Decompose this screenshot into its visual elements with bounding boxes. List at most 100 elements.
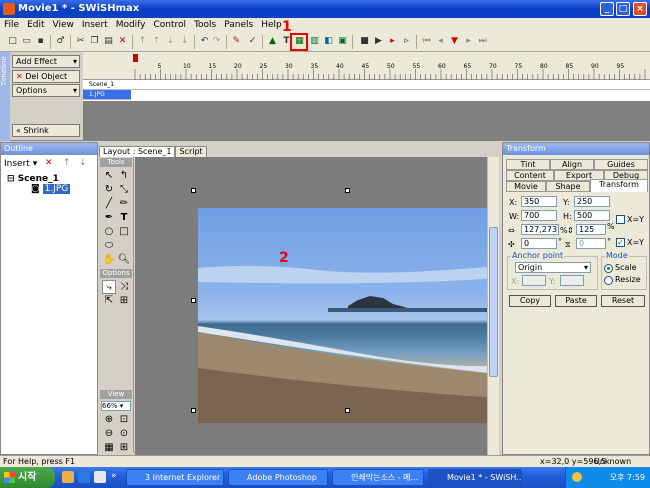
snap-grid-icon[interactable]: ⊞ — [117, 441, 131, 455]
stage-canvas[interactable] — [135, 157, 499, 455]
playhead-marker[interactable] — [133, 54, 138, 62]
outline-insert-button[interactable]: Insert ▾ — [4, 159, 37, 169]
zoom-tool-icon[interactable]: 🔍︎ — [117, 253, 131, 267]
tray-icon[interactable] — [572, 472, 582, 482]
scrollbar-thumb[interactable] — [489, 227, 498, 377]
options-button[interactable]: Options ▾ — [12, 84, 80, 97]
close-button[interactable]: × — [633, 2, 647, 16]
new-icon[interactable]: □ — [6, 35, 19, 48]
play-frame-icon[interactable]: ▹ — [400, 35, 413, 48]
play-effect-icon[interactable]: ▸ — [386, 35, 399, 48]
scale-y-field[interactable]: 125 — [576, 224, 606, 235]
del-object-button[interactable]: ✕ Del Object — [12, 70, 80, 83]
tab-guides[interactable]: Guides — [594, 159, 648, 170]
quicklaunch-mail-icon[interactable] — [94, 471, 106, 483]
tab-movie[interactable]: Movie — [506, 181, 546, 192]
insert-button-icon[interactable]: ◧ — [322, 35, 335, 48]
menu-tools[interactable]: Tools — [190, 20, 220, 30]
cut-icon[interactable]: ✂ — [74, 35, 87, 48]
option-taper-icon[interactable]: ⊞ — [117, 294, 131, 308]
task-notepad[interactable]: 인쇄막는소스 - 메... — [332, 469, 424, 486]
send-back-icon[interactable]: ↓ — [178, 35, 191, 48]
stop-icon[interactable]: ■ — [358, 35, 371, 48]
beach-photo[interactable] — [198, 208, 497, 423]
tab-shape[interactable]: Shape — [546, 181, 590, 192]
paste-icon[interactable]: ▤ — [102, 35, 115, 48]
task-internet-explorer[interactable]: 3 Internet Explorer — [126, 469, 224, 486]
outline-scene-item[interactable]: ⊟ Scene_1 — [7, 174, 59, 184]
text-tool-icon[interactable]: T — [117, 211, 131, 225]
track-scene[interactable]: Scene_1 — [83, 80, 650, 90]
open-icon[interactable]: ▭ — [20, 35, 33, 48]
rotate-tool-icon[interactable]: ↻ — [102, 183, 116, 197]
option-skew-icon[interactable]: ⇱ — [102, 294, 116, 308]
tab-script[interactable]: Script — [175, 146, 207, 157]
quicklaunch-folder-icon[interactable] — [62, 471, 74, 483]
line-tool-icon[interactable]: ╱ — [102, 197, 116, 211]
paste-button[interactable]: Paste — [555, 295, 597, 307]
resize-handle-tl[interactable] — [191, 188, 196, 193]
scale-tool-icon[interactable]: ⤡ — [117, 183, 131, 197]
insert-sprite-icon[interactable]: ▣ — [336, 35, 349, 48]
move-up-icon[interactable]: ↑ — [63, 158, 71, 168]
send-backward-icon[interactable]: ⇣ — [164, 35, 177, 48]
scale-x-field[interactable]: 127,273 — [521, 224, 559, 235]
hand-tool-icon[interactable]: ✋ — [102, 253, 116, 267]
tab-tint[interactable]: Tint — [506, 159, 550, 170]
task-swishmax[interactable]: Movie1 * - SWiSH... — [428, 469, 522, 486]
redo-icon[interactable]: ↷ — [210, 35, 223, 48]
option-distort-icon[interactable]: ⤨ — [117, 280, 131, 294]
tab-layout[interactable]: Layout : Scene_1 — [99, 146, 176, 157]
resize-handle-bl[interactable] — [191, 408, 196, 413]
width-field[interactable]: 700 — [521, 210, 557, 221]
rectangle-tool-icon[interactable]: □ — [117, 225, 131, 239]
shrink-button[interactable]: « Shrink — [12, 124, 80, 137]
tab-align[interactable]: Align — [550, 159, 594, 170]
first-frame-icon[interactable]: ⏮ — [420, 35, 433, 48]
pencil-tool-icon[interactable]: ✏ — [117, 197, 131, 211]
x-field[interactable]: 350 — [521, 196, 557, 207]
anchor-y-field[interactable] — [560, 275, 584, 286]
xeqy-checkbox-bottom[interactable]: ✓ — [616, 238, 625, 247]
zoom-in-icon[interactable]: ⊕ — [102, 413, 116, 427]
last-frame-icon[interactable]: ⏭ — [476, 35, 489, 48]
anchor-x-field[interactable] — [522, 275, 546, 286]
delete-icon[interactable]: ✕ — [116, 35, 129, 48]
zoom-100-icon[interactable]: ⊙ — [117, 427, 131, 441]
zoom-select[interactable]: 66% ▾ — [101, 401, 131, 411]
menu-panels[interactable]: Panels — [220, 20, 257, 30]
import-icon[interactable]: ▲ — [266, 35, 279, 48]
bring-forward-icon[interactable]: ⇡ — [150, 35, 163, 48]
option-snap-icon[interactable]: ⤷ — [102, 280, 116, 294]
menu-file[interactable]: File — [0, 20, 23, 30]
zoom-out-icon[interactable]: ⊖ — [102, 427, 116, 441]
next-frame-icon[interactable]: ▸ — [462, 35, 475, 48]
menu-insert[interactable]: Insert — [78, 20, 112, 30]
prev-frame-icon[interactable]: ◂ — [434, 35, 447, 48]
resize-handle-ml[interactable] — [191, 298, 196, 303]
mode-resize-radio[interactable] — [604, 276, 613, 285]
copy-icon[interactable]: ❐ — [88, 35, 101, 48]
quicklaunch-expand-icon[interactable]: » — [111, 471, 117, 481]
skew-field[interactable]: 0 — [576, 238, 606, 249]
grid-icon[interactable]: ▦ — [102, 441, 116, 455]
xeqy-checkbox-top[interactable] — [616, 215, 625, 224]
track-image[interactable]: 1.JPG — [83, 90, 131, 100]
menu-modify[interactable]: Modify — [112, 20, 150, 30]
subselect-tool-icon[interactable]: ↰ — [117, 169, 131, 183]
timeline-area[interactable]: 5 10 15 20 25 30 35 40 45 50 55 60 65 70 75 80 85 90 95 Sc… — [83, 52, 650, 141]
pen-tool-icon[interactable]: ✒ — [102, 211, 116, 225]
tab-transform[interactable]: Transform — [590, 179, 648, 192]
zoom-fit-icon[interactable]: ⊡ — [117, 413, 131, 427]
menu-view[interactable]: View — [49, 20, 78, 30]
delete-icon[interactable]: ✕ — [45, 158, 53, 168]
autoshape-tool-icon[interactable]: ⬭ — [102, 239, 116, 253]
start-button[interactable]: 시작 — [0, 467, 55, 488]
play-icon[interactable]: ▶ — [372, 35, 385, 48]
insert-content-icon[interactable]: ▥ — [308, 35, 321, 48]
height-field[interactable]: 500 — [574, 210, 610, 221]
help-book-icon[interactable]: ✎ — [230, 35, 243, 48]
task-photoshop[interactable]: Adobe Photoshop — [228, 469, 328, 486]
add-effect-button[interactable]: Add Effect ▾ — [12, 55, 80, 68]
spell-icon[interactable]: ✓ — [246, 35, 259, 48]
